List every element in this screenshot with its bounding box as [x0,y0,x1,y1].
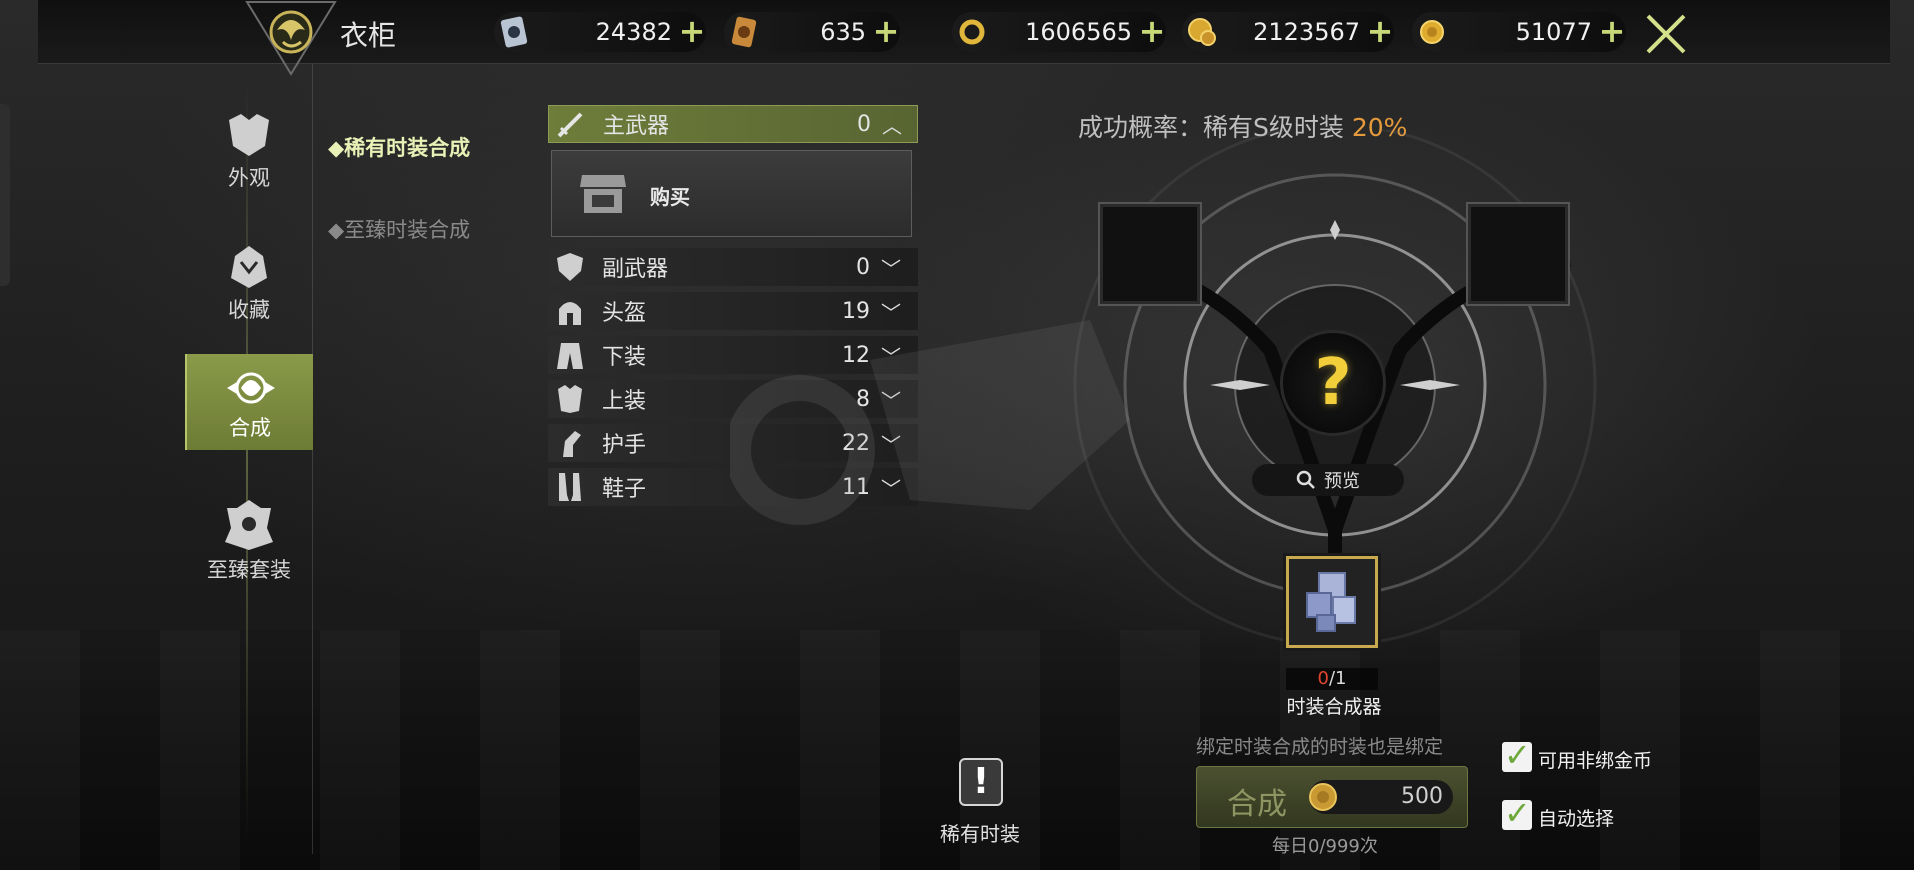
checkbox-label: 自动选择 [1538,808,1615,830]
dragon-emblem-icon [245,0,337,76]
question-mark-icon: ? [1314,346,1352,420]
chest-armor-icon [548,380,592,418]
add-currency-button[interactable]: + [1366,15,1394,47]
submenu-label: 至臻时装合成 [344,218,471,242]
currency-value: 1606565 [1025,18,1132,46]
auto-select-checkbox[interactable]: ✓ [1502,794,1532,832]
add-currency-button[interactable]: + [872,15,900,47]
combine-cost: 500 [1401,784,1443,809]
combine-label: 合成 [1227,787,1287,822]
currency-card-ticket: 24382 + [494,12,706,52]
cost-pill: 500 [1309,780,1453,814]
add-currency-button[interactable]: + [1598,15,1626,47]
category-count: 0 [856,254,870,280]
material-slot[interactable] [1286,556,1378,648]
armor-appearance-icon [229,114,269,156]
gold-coin-icon [1309,783,1337,811]
top-bar: 衣柜 24382 + 635 + 1606565 + 2123567 + 510… [38,0,1890,76]
card-ticket-icon [494,12,534,52]
daily-limit: 每日0/999次 [1272,836,1378,857]
synthesis-icon [227,372,275,404]
category-count: 0 [857,111,871,137]
sidebar-item-label: 合成 [229,416,271,440]
shield-icon [548,248,592,286]
sidebar-item-supreme-set[interactable]: 至臻套装 [185,488,313,592]
rare-costume-label: 稀有时装 [940,822,1020,846]
currency-value: 2123567 [1253,18,1360,46]
costume-synthesizer-cube-icon [1306,572,1356,632]
buy-button[interactable]: 购买 [551,150,912,237]
boots-icon [548,468,592,506]
gold-coin-icon [1412,12,1452,52]
pants-icon [548,336,592,374]
check-icon: ✓ [1504,794,1531,832]
combine-button[interactable]: 合成 500 [1196,766,1468,828]
category-name: 主武器 [603,114,670,139]
material-have: 0 [1317,668,1329,689]
material-need: /1 [1328,668,1347,689]
sidebar-item-collection[interactable]: 收藏 [185,232,313,332]
input-slot-right[interactable] [1466,202,1570,306]
category-sub-weapon[interactable]: 副武器 0 ﹀ [548,248,918,286]
rare-costume-alert[interactable]: ! 稀有时装 [940,758,1020,846]
add-currency-button[interactable]: + [678,15,706,47]
category-name: 副武器 [602,257,669,282]
sidebar-item-label: 外观 [228,166,270,190]
result-slot[interactable]: ? [1280,330,1386,436]
bind-note: 绑定时装合成的时装也是绑定 [1196,736,1444,758]
sidebar-item-label: 收藏 [228,298,270,322]
currency-gold-coin: 51077 + [1412,12,1626,52]
sidebar-item-label: 至臻套装 [207,558,291,582]
sidebar-item-appearance[interactable]: 外观 [185,100,313,200]
input-slot-left[interactable] [1098,202,1202,306]
sidebar-item-synthesis[interactable]: 合成 [185,354,313,450]
currency-value: 51077 [1515,18,1592,46]
category-main-weapon[interactable]: 主武器 0 ︿ [548,105,918,143]
submenu-label: 稀有时装合成 [344,136,471,160]
preview-label: 预览 [1324,471,1360,492]
gold-card-icon [724,12,764,52]
currency-gold-card: 635 + [724,12,900,52]
material-name: 时装合成器 [1286,696,1382,718]
gauntlet-icon [548,424,592,462]
submenu-supreme-synthesis[interactable]: ◆至臻时装合成 [328,214,470,244]
shop-icon [580,175,626,213]
supreme-set-icon [225,500,273,550]
checkbox-label: 可用非绑金币 [1538,750,1653,772]
add-currency-button[interactable]: + [1138,15,1166,47]
currency-value: 24382 [595,18,672,46]
search-icon [1296,470,1315,489]
exclamation-icon: ! [959,758,1003,806]
chevron-up-icon[interactable]: ︿ [871,110,913,139]
gold-coin-stack-icon [1182,12,1222,52]
edge-handle[interactable] [0,104,10,286]
currency-coin-stack: 2123567 + [1182,12,1394,52]
helmet-icon [548,292,592,330]
page-title: 衣柜 [340,19,397,52]
material-count: 0/1 [1286,668,1378,690]
currency-ring-coin: 1606565 + [952,12,1166,52]
collection-icon [231,246,267,288]
chevron-down-icon[interactable]: ﹀ [870,253,912,282]
preview-button[interactable]: 预览 [1252,464,1404,496]
close-crossed-swords-icon[interactable] [1642,10,1690,58]
currency-value: 635 [820,18,866,46]
check-icon: ✓ [1504,736,1531,774]
submenu-rare-synthesis[interactable]: ◆稀有时装合成 [328,132,470,162]
sword-icon [549,105,593,143]
buy-label: 购买 [650,185,690,209]
use-unbound-gold-checkbox[interactable]: ✓ [1502,736,1532,774]
gold-ring-coin-icon [952,12,992,52]
